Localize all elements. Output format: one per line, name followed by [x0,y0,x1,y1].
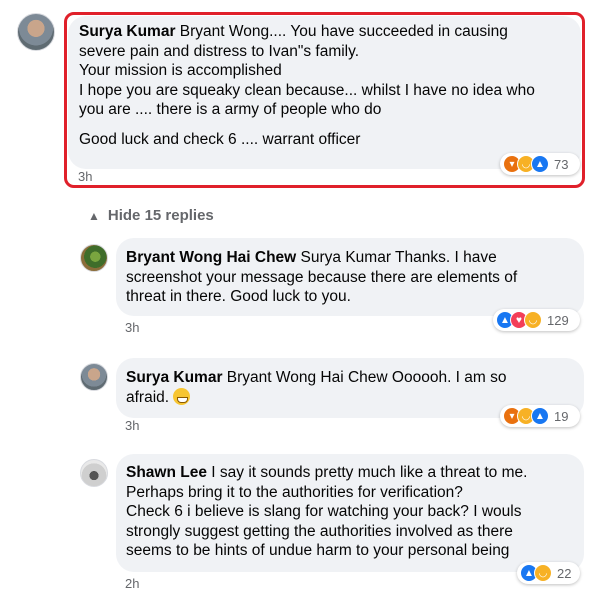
reply-body: Shawn Lee I say it sounds pretty much li… [126,464,528,559]
reaction-summary[interactable]: ▲ ◡ 22 [517,562,580,584]
avatar[interactable] [80,363,108,391]
reply-author[interactable]: Surya Kumar [126,369,222,386]
highlight-frame [64,12,585,188]
reply-body: Surya Kumar Bryant Wong Hai Chew Oooooh.… [126,369,507,406]
avatar[interactable] [80,459,108,487]
reaction-count: 129 [547,312,569,328]
avatar[interactable] [80,244,108,272]
reaction-count: 19 [554,408,569,424]
reply-timestamp[interactable]: 2h [125,576,139,591]
reply-author[interactable]: Shawn Lee [126,464,207,481]
like-reaction-icon: ▲ [531,407,549,425]
avatar[interactable] [17,13,55,51]
reply-timestamp[interactable]: 3h [125,320,139,335]
reply-timestamp[interactable]: 3h [125,418,139,433]
care-reaction-icon: ◡ [524,311,542,329]
reaction-summary[interactable]: ▲ ♥ ◡ 129 [493,309,580,331]
grimacing-emoji-icon [173,387,191,405]
reaction-summary[interactable]: ▾ ◡ ▲ 19 [500,405,580,427]
chevron-up-icon: ▲ [88,208,100,223]
reply-body: Bryant Wong Hai Chew Surya Kumar Thanks.… [126,249,518,305]
reply-author[interactable]: Bryant Wong Hai Chew [126,249,296,266]
haha-reaction-icon: ◡ [534,564,552,582]
hide-replies-button[interactable]: ▲ Hide 15 replies [88,207,214,224]
reaction-count: 22 [557,565,572,581]
